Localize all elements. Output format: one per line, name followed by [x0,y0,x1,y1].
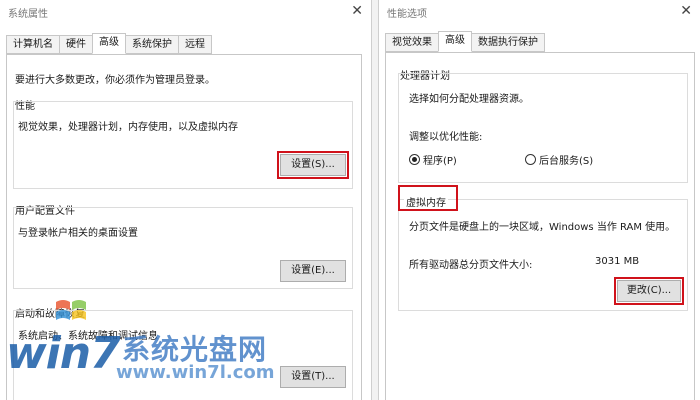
radio-background-services[interactable]: 后台服务(S) [525,152,593,167]
performance-description: 视觉效果，处理器计划，内存使用，以及虚拟内存 [18,122,238,133]
paging-total-label: 所有驱动器总分页文件大小: [409,260,533,271]
startup-recovery-settings-button[interactable]: 设置(T)... [280,366,346,388]
system-properties-window: 系统属性 ✕ 计算机名 硬件 高级 系统保护 远程 要进行大多数更改，你必须作为… [0,0,372,400]
window-title: 性能选项 [387,9,427,20]
virtual-memory-description: 分页文件是硬盘上的一块区域，Windows 当作 RAM 使用。 [409,222,676,233]
tab-advanced[interactable]: 高级 [92,33,126,54]
virtual-memory-group-label: 虚拟内存 [404,194,448,209]
performance-settings-button[interactable]: 设置(S)... [280,154,346,176]
advanced-tab-panel: 处理器计划 选择如何分配处理器资源。 调整以优化性能: 程序(P) 后台服务(S… [385,52,695,400]
radio-selected-icon [409,154,420,165]
change-virtual-memory-button[interactable]: 更改(C)... [617,280,681,302]
tab-remote[interactable]: 远程 [178,35,212,54]
titlebar: 性能选项 ✕ [379,0,700,24]
tab-advanced[interactable]: 高级 [438,31,472,52]
performance-options-window: 性能选项 ✕ 视觉效果 高级 数据执行保护 处理器计划 选择如何分配处理器资源。… [378,0,700,400]
processor-group: 选择如何分配处理器资源。 调整以优化性能: 程序(P) 后台服务(S) [398,73,688,183]
adjust-label: 调整以优化性能: [409,132,483,143]
tab-bar: 视觉效果 高级 数据执行保护 [385,31,545,52]
radio-background-label: 后台服务(S) [539,156,594,167]
tab-data-execution-prevention[interactable]: 数据执行保护 [472,33,545,52]
close-icon[interactable]: ✕ [680,2,692,20]
admin-note: 要进行大多数更改，你必须作为管理员登录。 [15,75,215,86]
startup-recovery-description: 系统启动、系统故障和调试信息 [18,331,158,342]
advanced-tab-panel: 要进行大多数更改，你必须作为管理员登录。 性能 视觉效果，处理器计划，内存使用，… [6,54,362,400]
tab-hardware[interactable]: 硬件 [59,35,92,54]
tab-bar: 计算机名 硬件 高级 系统保护 远程 [6,33,212,54]
window-title: 系统属性 [8,9,48,20]
startup-recovery-group: 系统启动、系统故障和调试信息 设置(T)... [13,310,353,400]
tab-computer-name[interactable]: 计算机名 [6,35,59,54]
performance-group: 视觉效果，处理器计划，内存使用，以及虚拟内存 设置(S)... [13,101,353,189]
tab-system-protection[interactable]: 系统保护 [126,35,178,54]
paging-total-value: 3031 MB [595,256,640,267]
virtual-memory-group: 分页文件是硬盘上的一块区域，Windows 当作 RAM 使用。 所有驱动器总分… [398,199,688,311]
radio-unselected-icon [525,154,536,165]
radio-programs-label: 程序(P) [423,156,457,167]
close-icon[interactable]: ✕ [351,2,363,20]
user-profiles-group: 与登录帐户相关的桌面设置 设置(E)... [13,207,353,289]
titlebar: 系统属性 ✕ [0,0,371,24]
processor-description: 选择如何分配处理器资源。 [409,94,529,105]
tab-visual-effects[interactable]: 视觉效果 [385,33,438,52]
radio-programs[interactable]: 程序(P) [409,152,457,167]
user-profiles-description: 与登录帐户相关的桌面设置 [18,228,138,239]
user-profiles-settings-button[interactable]: 设置(E)... [280,260,346,282]
